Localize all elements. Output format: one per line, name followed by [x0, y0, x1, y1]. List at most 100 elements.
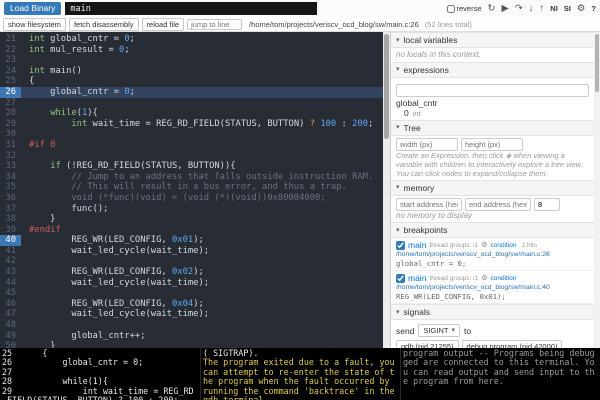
- code-line[interactable]: 35 // This will result in a bus error, a…: [0, 182, 390, 193]
- breakpoint-function[interactable]: main: [408, 273, 426, 283]
- code-line[interactable]: 30: [0, 129, 390, 140]
- line-number-gutter[interactable]: 38: [0, 214, 21, 225]
- return-button[interactable]: ↑: [540, 4, 545, 14]
- code-line[interactable]: 33 if (!REG_RD_FIELD(STATUS, BUTTON)){: [0, 161, 390, 172]
- signal-select[interactable]: SIGINT ▾: [418, 324, 460, 337]
- breakpoint-condition-link[interactable]: condition: [491, 275, 517, 282]
- line-number-gutter[interactable]: 37: [0, 204, 21, 215]
- line-number-gutter[interactable]: 42: [0, 256, 21, 267]
- line-number-gutter[interactable]: 34: [0, 172, 21, 183]
- gdbgui-console-terminal[interactable]: ( SIGTRAP).The program exited due to a f…: [200, 348, 400, 400]
- expression-input[interactable]: [396, 84, 589, 97]
- load-binary-button[interactable]: Load Binary: [4, 2, 61, 15]
- reverse-toggle[interactable]: reverse: [447, 4, 482, 13]
- jump-to-line-input[interactable]: [187, 19, 242, 30]
- code-line[interactable]: 40 REG_WR(LED_CONFIG, 0x01);: [0, 235, 390, 246]
- code-line[interactable]: 39#endif: [0, 225, 390, 236]
- panel-header-local-variables[interactable]: ▾ local variables: [391, 32, 594, 48]
- code-line[interactable]: 42: [0, 256, 390, 267]
- gear-icon[interactable]: ⚙: [481, 274, 487, 282]
- code-line[interactable]: 32: [0, 151, 390, 162]
- line-number-gutter[interactable]: 33: [0, 161, 21, 172]
- editor-scrollbar[interactable]: [383, 32, 390, 348]
- program-output-terminal[interactable]: program output -- Programs being debugge…: [400, 348, 600, 400]
- line-number-gutter[interactable]: 46: [0, 299, 21, 310]
- show-filesystem-button[interactable]: show filesystem: [3, 18, 66, 31]
- code-line[interactable]: 36 void (*func)(void) = (void (*)(void))…: [0, 193, 390, 204]
- line-number-gutter[interactable]: 49: [0, 331, 21, 342]
- scrollbar-thumb[interactable]: [595, 34, 599, 92]
- code-line[interactable]: 45: [0, 288, 390, 299]
- step-instruction-button[interactable]: SI: [564, 5, 571, 13]
- panel-header-breakpoints[interactable]: ▾ breakpoints: [391, 222, 594, 238]
- reload-file-button[interactable]: reload file: [142, 18, 185, 31]
- code-line[interactable]: 43 REG_WR(LED_CONFIG, 0x02);: [0, 267, 390, 278]
- breakpoint-path[interactable]: /home/tom/projects/veriscv_ocd_blog/sw/m…: [396, 284, 589, 291]
- breakpoint-condition-link[interactable]: condition: [491, 242, 517, 249]
- settings-button[interactable]: ⚙: [577, 4, 586, 14]
- code-line[interactable]: 23: [0, 55, 390, 66]
- line-number-gutter[interactable]: 44: [0, 278, 21, 289]
- line-number-gutter[interactable]: 40: [0, 235, 21, 246]
- code-line[interactable]: 29 int wait_time = REG_RD_FIELD(STATUS, …: [0, 119, 390, 130]
- line-number-gutter[interactable]: 21: [0, 34, 21, 45]
- line-number-gutter[interactable]: 32: [0, 151, 21, 162]
- breakpoint-checkbox[interactable]: [396, 241, 405, 250]
- code-line[interactable]: 27: [0, 98, 390, 109]
- panel-header-expressions[interactable]: ▾ expressions: [391, 62, 594, 78]
- code-line[interactable]: 28 while(1){: [0, 108, 390, 119]
- line-number-gutter[interactable]: 31: [0, 140, 21, 151]
- reverse-checkbox[interactable]: [447, 5, 455, 13]
- expression-name[interactable]: global_cntr: [396, 98, 589, 108]
- next-button[interactable]: ↷: [515, 4, 523, 14]
- line-number-gutter[interactable]: 29: [0, 119, 21, 130]
- line-number-gutter[interactable]: 24: [0, 66, 21, 77]
- memory-start-address-input[interactable]: [396, 198, 462, 211]
- line-number-gutter[interactable]: 30: [0, 129, 21, 140]
- line-number-gutter[interactable]: 28: [0, 108, 21, 119]
- step-button[interactable]: ↓: [529, 4, 534, 14]
- tree-width-input[interactable]: [396, 138, 458, 151]
- panel-header-signals[interactable]: ▾ signals: [391, 304, 594, 320]
- code-line[interactable]: 24int main(): [0, 66, 390, 77]
- line-number-gutter[interactable]: 43: [0, 267, 21, 278]
- code-line[interactable]: 38 }: [0, 214, 390, 225]
- memory-end-address-input[interactable]: [465, 198, 531, 211]
- code-line[interactable]: 26 global_cntr = 0;: [0, 87, 390, 98]
- code-line[interactable]: 48: [0, 320, 390, 331]
- breakpoint-checkbox[interactable]: [396, 274, 405, 283]
- code-line[interactable]: 46 REG_WR(LED_CONFIG, 0x04);: [0, 299, 390, 310]
- code-line[interactable]: 44 wait_led_cycle(wait_time);: [0, 278, 390, 289]
- scrollbar-thumb[interactable]: [384, 34, 389, 139]
- panel-header-memory[interactable]: ▾ memory: [391, 180, 594, 196]
- line-number-gutter[interactable]: 22: [0, 45, 21, 56]
- code-line[interactable]: 49 global_cntr++;: [0, 331, 390, 342]
- code-editor[interactable]: 21int global_cntr = 0;22int mul_result =…: [0, 32, 390, 348]
- breakpoint-item[interactable]: mainthread groups: i1⚙condition2 hits/ho…: [391, 238, 594, 271]
- fetch-disassembly-button[interactable]: fetch disassembly: [69, 18, 139, 31]
- line-number-gutter[interactable]: 23: [0, 55, 21, 66]
- memory-bytes-per-line-input[interactable]: [534, 198, 560, 211]
- breakpoint-path[interactable]: /home/tom/projects/veriscv_ocd_blog/sw/m…: [396, 251, 589, 258]
- panel-scrollbar[interactable]: [594, 32, 600, 348]
- line-number-gutter[interactable]: 47: [0, 309, 21, 320]
- line-number-gutter[interactable]: 48: [0, 320, 21, 331]
- next-instruction-button[interactable]: NI: [550, 5, 558, 13]
- code-line[interactable]: 21int global_cntr = 0;: [0, 34, 390, 45]
- binary-input[interactable]: [65, 2, 317, 15]
- tree-height-input[interactable]: [461, 138, 523, 151]
- code-line[interactable]: 41 wait_led_cycle(wait_time);: [0, 246, 390, 257]
- continue-button[interactable]: ▶: [502, 4, 509, 14]
- code-line[interactable]: 31#if 0: [0, 140, 390, 151]
- line-number-gutter[interactable]: 36: [0, 193, 21, 204]
- line-number-gutter[interactable]: 39: [0, 225, 21, 236]
- line-number-gutter[interactable]: 50: [0, 341, 21, 348]
- panel-header-tree[interactable]: ▾ Tree: [391, 120, 594, 136]
- line-number-gutter[interactable]: 45: [0, 288, 21, 299]
- line-number-gutter[interactable]: 25: [0, 76, 21, 87]
- signal-target-button[interactable]: debug program (pid 42000): [462, 340, 563, 348]
- line-number-gutter[interactable]: 26: [0, 87, 21, 98]
- breakpoint-function[interactable]: main: [408, 240, 426, 250]
- code-line[interactable]: 37 func();: [0, 204, 390, 215]
- line-number-gutter[interactable]: 27: [0, 98, 21, 109]
